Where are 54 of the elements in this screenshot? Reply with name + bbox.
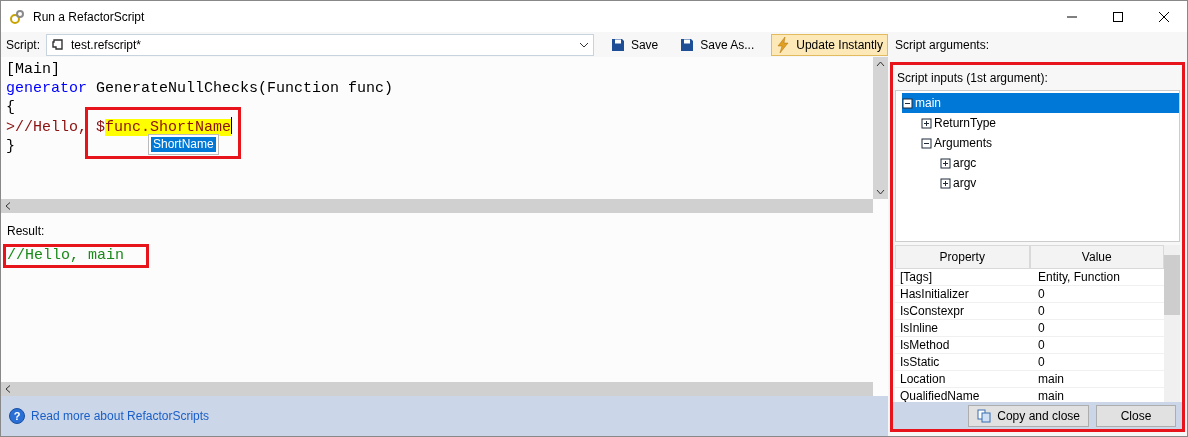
help-link[interactable]: Read more about RefactorScripts xyxy=(31,407,210,425)
tree-item[interactable]: argv xyxy=(940,173,1179,193)
table-cell-text: 0 xyxy=(1037,337,1046,353)
script-dropdown[interactable]: test.refscript* xyxy=(46,33,594,56)
inputs-label: Script inputs (1st argument): xyxy=(896,70,1049,87)
collapse-icon[interactable] xyxy=(902,97,913,109)
table-cell-text: IsMethod xyxy=(899,337,951,353)
table-cell-text: main xyxy=(1037,371,1065,387)
table-cell-text: IsInline xyxy=(899,320,940,336)
tree-item[interactable]: ReturnType xyxy=(921,113,1179,133)
save-button[interactable]: Save As... xyxy=(675,33,760,56)
tree-item[interactable]: main xyxy=(902,93,1179,113)
lightning-icon xyxy=(776,36,791,53)
expand-icon[interactable] xyxy=(940,157,951,169)
expand-icon[interactable] xyxy=(940,177,951,189)
script-label: Script: xyxy=(6,36,40,54)
table-cell-text: 0 xyxy=(1037,320,1046,336)
table-cell-text: Entity, Function xyxy=(1037,269,1121,285)
table-cell-text: main xyxy=(1037,388,1065,404)
table-cell-text: 0 xyxy=(1037,354,1046,370)
save-button[interactable]: Save xyxy=(605,33,664,56)
tree-item[interactable]: Arguments xyxy=(921,133,1179,153)
expand-icon[interactable] xyxy=(921,117,932,129)
help-icon: ? xyxy=(9,408,25,424)
table-cell-text: [Tags] xyxy=(899,269,933,285)
copy-button[interactable]: Copy and close xyxy=(968,404,1089,427)
vertical-scrollbar[interactable] xyxy=(873,57,888,199)
table-cell-text: 0 xyxy=(1037,303,1046,319)
table-cell-text: QualifiedName xyxy=(899,388,981,404)
script-icon xyxy=(51,37,65,52)
autocomplete-item[interactable]: ShortName xyxy=(151,137,216,152)
result-label: Result: xyxy=(6,223,46,240)
maximize-icon[interactable] xyxy=(1113,11,1123,22)
close-button[interactable]: Close xyxy=(1096,404,1176,427)
horizontal-scrollbar[interactable] xyxy=(1,382,873,396)
result-text: //Hello, main xyxy=(3,244,150,268)
app-icon xyxy=(9,8,25,25)
update-toggle[interactable]: Update Instantly xyxy=(771,33,888,56)
table-cell-text: IsStatic xyxy=(899,354,941,370)
argument-tree[interactable]: main ReturnType Arguments argc argv xyxy=(895,90,1180,242)
column-header[interactable]: Property xyxy=(895,245,1030,269)
collapse-icon[interactable] xyxy=(921,137,932,149)
table-cell-text: IsConstexpr xyxy=(899,303,966,319)
column-header[interactable]: Value xyxy=(1029,245,1164,269)
close-icon[interactable] xyxy=(1159,11,1169,22)
table-cell-text: 0 xyxy=(1037,286,1046,302)
copy-icon xyxy=(977,408,992,423)
tree-item[interactable]: argc xyxy=(940,153,1179,173)
window-title: Run a RefactorScript xyxy=(33,8,145,26)
table-cell-text: HasInitializer xyxy=(899,286,970,302)
horizontal-scrollbar[interactable] xyxy=(1,199,873,213)
vertical-scrollbar[interactable] xyxy=(1164,245,1180,402)
arguments-label: Script arguments: xyxy=(894,36,991,54)
table-cell-text: Location xyxy=(899,371,947,387)
